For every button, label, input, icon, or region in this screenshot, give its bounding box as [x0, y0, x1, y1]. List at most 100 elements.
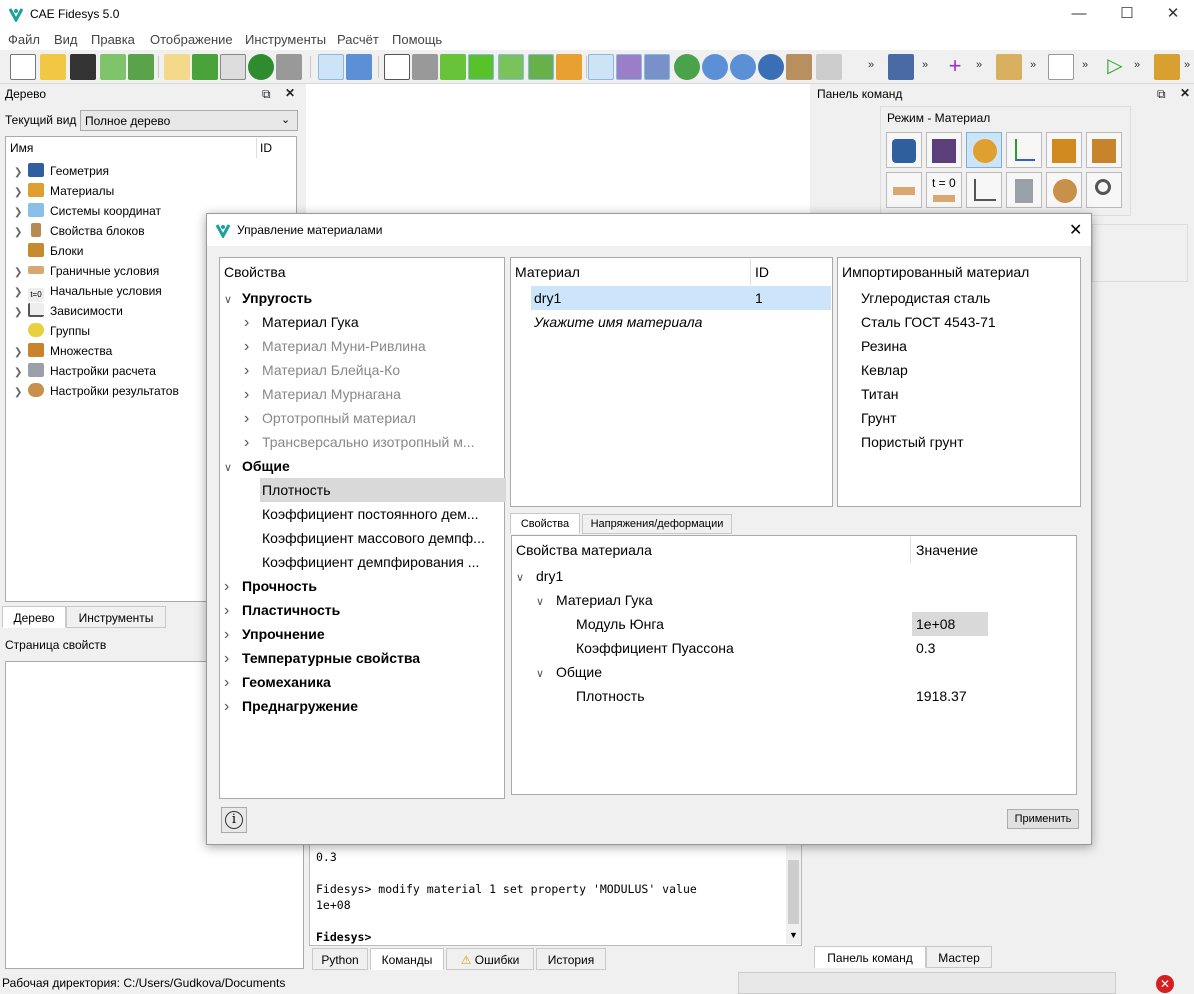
zoom-in-icon[interactable] — [702, 54, 728, 80]
mat-prop-value[interactable]: 1918.37 — [912, 684, 988, 708]
tab-command-panel[interactable]: Панель команд — [814, 946, 926, 968]
imported-material-item[interactable]: Углеродистая сталь — [861, 286, 990, 310]
boundary-icon[interactable] — [1048, 54, 1074, 80]
imported-material-item[interactable]: Кевлар — [861, 358, 908, 382]
toolbar-more-icon[interactable]: » — [1030, 59, 1036, 71]
toolbar-more-icon[interactable]: » — [1184, 59, 1190, 71]
toolbar-more-icon[interactable]: » — [1134, 59, 1140, 71]
property-tree-item[interactable]: › Температурные свойства — [224, 646, 420, 670]
mat-prop-row[interactable]: ∨ Общие — [536, 660, 602, 684]
mat-prop-row[interactable]: Коэффициент Пуассона — [556, 636, 734, 660]
property-tree-item[interactable]: › Материал Гука — [244, 310, 359, 334]
load-icon[interactable] — [996, 54, 1022, 80]
chevron-right-icon[interactable]: › — [224, 695, 242, 719]
tree-item-result-settings[interactable]: ❯ Настройки результатов — [14, 381, 179, 401]
add-point-icon[interactable]: + — [942, 54, 968, 80]
tab-history[interactable]: История — [536, 948, 606, 970]
chevron-down-icon[interactable]: ∨ — [516, 566, 536, 590]
toolbar-more-icon[interactable]: » — [922, 59, 928, 71]
tree-item-ic[interactable]: ❯ t=0 Начальные условия — [14, 281, 162, 302]
imported-material-item[interactable]: Сталь ГОСТ 4543-71 — [861, 310, 996, 334]
wireframe-icon[interactable] — [384, 54, 410, 80]
shaded-icon[interactable] — [468, 54, 494, 80]
tab-errors[interactable]: ⚠ Ошибки — [446, 948, 534, 970]
cmd-mesh-icon[interactable] — [926, 132, 962, 168]
menu-help[interactable]: Помощь — [392, 32, 442, 47]
property-tree-item[interactable]: › Пластичность — [224, 598, 340, 622]
panel-close-icon[interactable]: ✕ — [285, 86, 295, 100]
close-icon[interactable]: ✕ — [1150, 0, 1194, 28]
tree-item-blocks[interactable]: Блоки — [14, 241, 84, 261]
float-icon[interactable]: ⧉ — [1157, 87, 1166, 102]
material-row-selected[interactable]: dry1 1 — [531, 286, 831, 310]
cmd-graph-icon[interactable] — [966, 172, 1002, 208]
property-tree-item[interactable]: › Материал Мурнагана — [244, 382, 401, 406]
cube-purple-icon[interactable] — [616, 54, 642, 80]
id-icon[interactable] — [220, 54, 246, 80]
view-select[interactable]: Полное дерево ⌄ — [80, 110, 298, 131]
save-icon[interactable] — [70, 54, 96, 80]
mat-prop-value[interactable]: 1e+08 — [912, 612, 988, 636]
imported-material-item[interactable]: Резина — [861, 334, 907, 358]
tree-item-geometry[interactable]: ❯ Геометрия — [14, 161, 109, 181]
cmd-sets-icon[interactable] — [1086, 132, 1122, 168]
cmd-results-icon[interactable] — [1046, 172, 1082, 208]
chevron-right-icon[interactable]: › — [224, 671, 242, 695]
dialog-close-icon[interactable]: ✕ — [1069, 220, 1082, 240]
info-button[interactable]: i — [221, 807, 247, 833]
select-mode-icon[interactable] — [318, 54, 344, 80]
undo-icon[interactable] — [346, 54, 372, 80]
pause-icon[interactable] — [248, 54, 274, 80]
imported-material-item[interactable]: Пористый грунт — [861, 430, 964, 454]
mat-prop-row[interactable]: Плотность — [556, 684, 645, 708]
cmd-initial-icon[interactable]: t = 0 — [926, 172, 962, 208]
view-window-icon[interactable] — [644, 54, 670, 80]
tree-item-coordsys[interactable]: ❯ Системы координат — [14, 201, 161, 221]
property-tree-item[interactable]: ∨ Общие — [224, 454, 290, 478]
property-tree-item[interactable]: Коэффициент массового демпф... — [244, 526, 485, 550]
cmd-block-icon[interactable] — [1046, 132, 1082, 168]
new-file-icon[interactable] — [10, 54, 36, 80]
apply-button[interactable]: Применить — [1007, 809, 1079, 829]
property-tree-item[interactable]: › Ортотропный материал — [244, 406, 416, 430]
menu-view[interactable]: Вид — [54, 32, 78, 47]
chevron-right-icon[interactable]: › — [244, 383, 262, 407]
tree-item-calc-settings[interactable]: ❯ Настройки расчета — [14, 361, 156, 381]
property-tree-item[interactable]: › Прочность — [224, 574, 317, 598]
toolbar-more-icon[interactable]: » — [868, 59, 874, 71]
zoom-out-icon[interactable] — [730, 54, 756, 80]
error-status-icon[interactable]: ✕ — [1156, 975, 1174, 993]
new-material-placeholder[interactable]: Укажите имя материала — [534, 310, 702, 334]
axes-grid-icon[interactable] — [588, 54, 614, 80]
tab-commands[interactable]: Команды — [370, 948, 444, 970]
tree-item-groups[interactable]: Группы — [14, 321, 90, 341]
chevron-down-icon[interactable]: ∨ — [224, 288, 242, 312]
cmd-axes-icon[interactable] — [1006, 132, 1042, 168]
property-tree-item[interactable]: Коэффициент демпфирования ... — [244, 550, 479, 574]
console-scrollbar[interactable]: ▼ — [786, 846, 801, 944]
parallel-icon[interactable] — [888, 54, 914, 80]
mesh-view-icon[interactable] — [528, 54, 554, 80]
tree-item-deps[interactable]: ❯ Зависимости — [14, 301, 123, 321]
chevron-down-icon[interactable]: ∨ — [536, 662, 556, 686]
cmd-boundary-icon[interactable] — [886, 172, 922, 208]
console[interactable]: 0.3 Fidesys> modify material 1 set prope… — [309, 844, 802, 946]
menu-display[interactable]: Отображение — [150, 32, 233, 47]
chevron-down-icon[interactable]: ∨ — [536, 590, 556, 614]
cmd-search-icon[interactable] — [1086, 172, 1122, 208]
tree-item-bc[interactable]: ❯ Граничные условия — [14, 261, 159, 281]
render-icon[interactable] — [816, 54, 842, 80]
assembly-icon[interactable] — [498, 54, 524, 80]
chevron-down-icon[interactable]: ▼ — [789, 930, 798, 940]
tab-tree[interactable]: Дерево — [2, 606, 66, 628]
tab-stress-strain[interactable]: Напряжения/деформации — [582, 514, 732, 534]
property-tree-item[interactable]: › Трансверсально изотропный м... — [244, 430, 475, 454]
tree-item-sets[interactable]: ❯ Множества — [14, 341, 112, 361]
float-icon[interactable]: ⧉ — [262, 87, 271, 102]
menu-tools[interactable]: Инструменты — [245, 32, 326, 47]
refresh-icon[interactable] — [674, 54, 700, 80]
menu-edit[interactable]: Правка — [91, 32, 135, 47]
import-icon[interactable] — [100, 54, 126, 80]
panel-close-icon[interactable]: ✕ — [1180, 86, 1190, 100]
toolbar-more-icon[interactable]: » — [1082, 59, 1088, 71]
